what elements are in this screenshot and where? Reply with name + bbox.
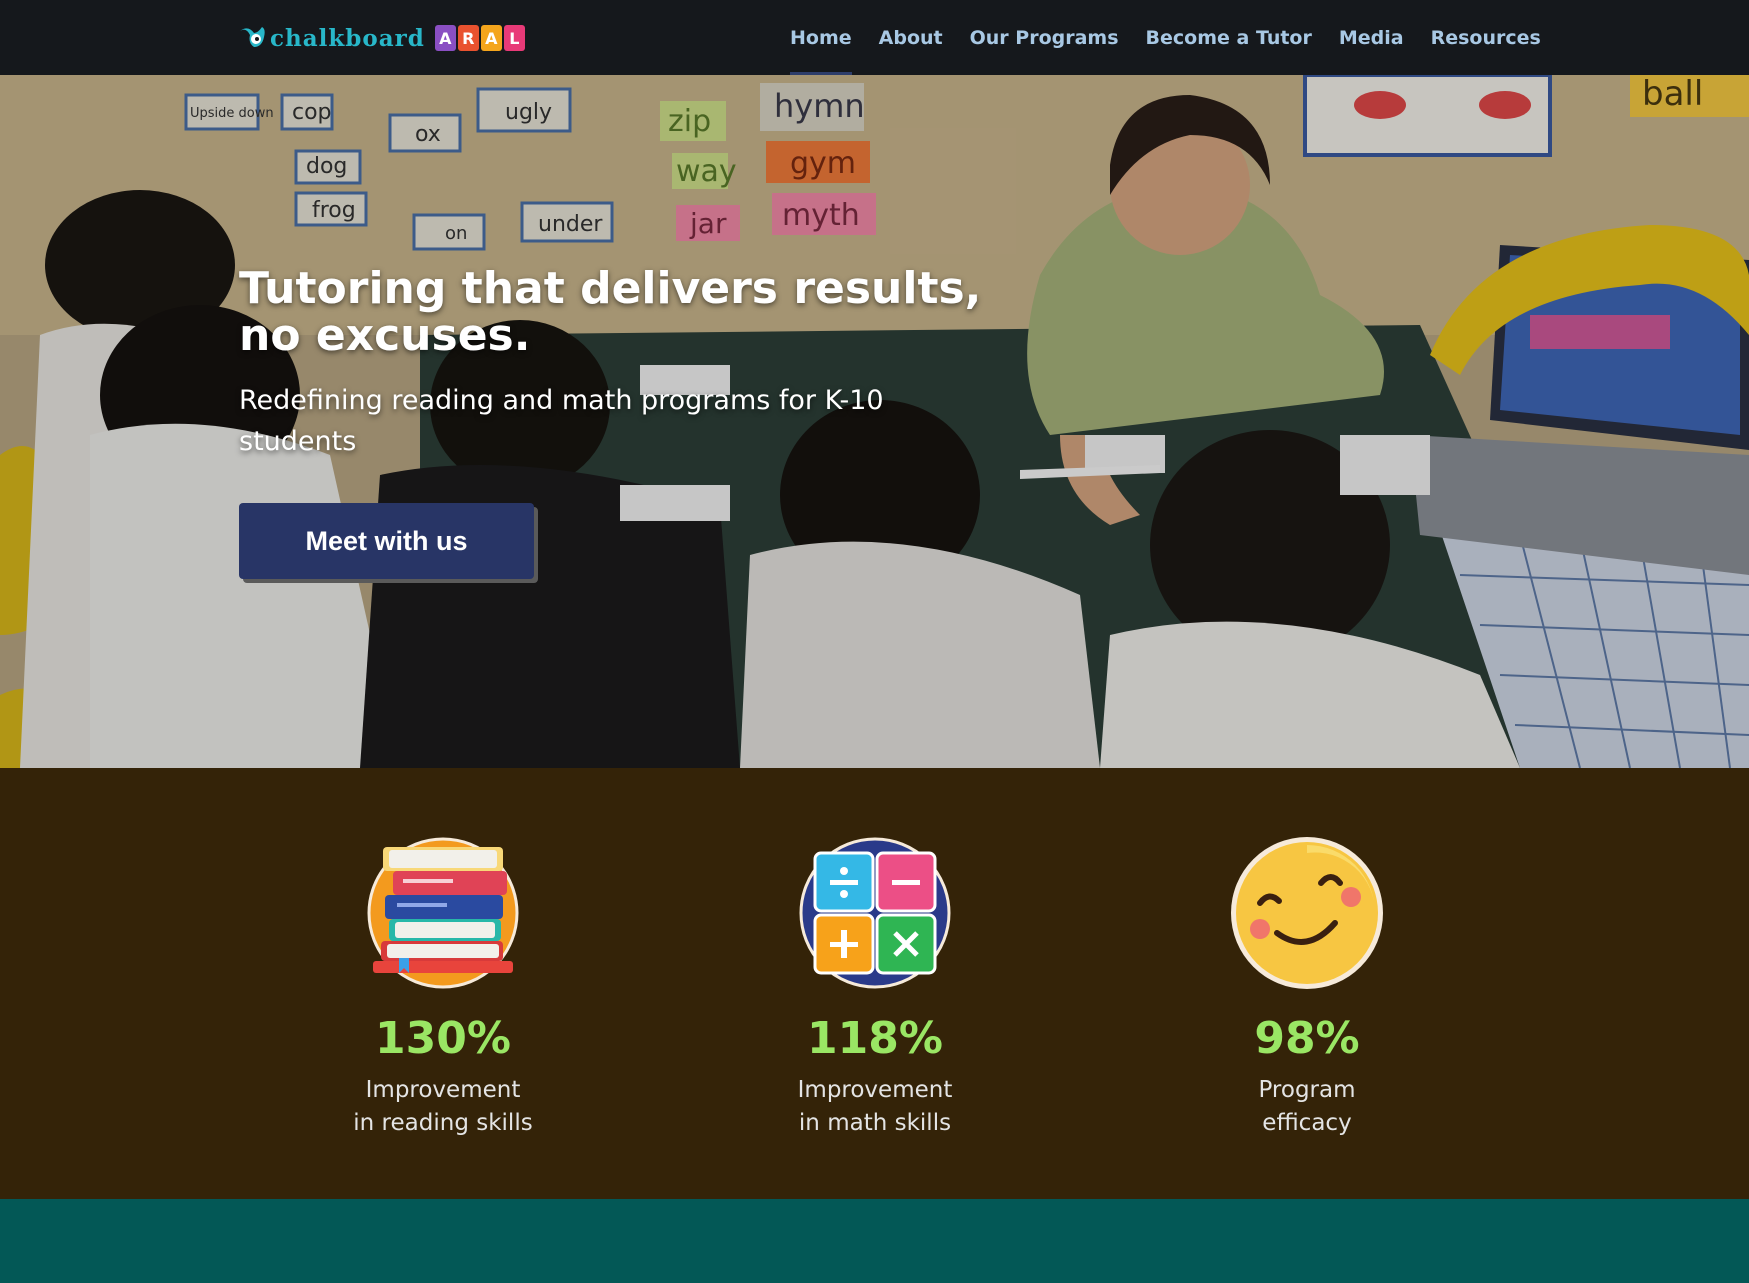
meet-with-us-button[interactable]: Meet with us: [239, 503, 534, 579]
stat-value: 118%: [807, 1013, 943, 1064]
stat-label-line: in math skills: [798, 1110, 952, 1136]
brand-tiles: A R A L: [433, 25, 525, 51]
stat-value: 130%: [375, 1013, 511, 1064]
nav-item-media[interactable]: Media: [1339, 0, 1404, 75]
main-nav: Home About Our Programs Become a Tutor M…: [790, 0, 1568, 75]
brand-tile: A: [480, 25, 502, 51]
books-stack-icon: [367, 837, 519, 989]
hero-headline: Tutoring that delivers results, no excus…: [239, 263, 982, 361]
nav-item-our-programs[interactable]: Our Programs: [970, 0, 1119, 75]
stat-label-line: Improvement: [365, 1077, 521, 1103]
brand-tile: A: [434, 25, 456, 51]
nav-item-resources[interactable]: Resources: [1431, 0, 1541, 75]
bird-logo-icon: [240, 27, 265, 47]
stat-label-line: Program: [1258, 1077, 1356, 1103]
stat-label: Improvement in reading skills: [313, 1074, 573, 1140]
brand-tile: R: [457, 25, 479, 51]
stat-label: Program efficacy: [1177, 1074, 1437, 1140]
next-section-band: [0, 1199, 1749, 1283]
top-navigation-bar: chalkboard A R A L Home About Our Progra…: [0, 0, 1749, 75]
stat-label: Improvement in math skills: [745, 1074, 1005, 1140]
hero-section: Upside down cop ox ugly zip hymn dog way…: [0, 75, 1749, 768]
hero-subtitle: Redefining reading and math programs for…: [239, 385, 884, 457]
nav-item-home[interactable]: Home: [790, 0, 852, 75]
stat-label-line: in reading skills: [353, 1110, 533, 1136]
math-operators-icon: [799, 837, 951, 989]
nav-item-about[interactable]: About: [879, 0, 943, 75]
brand-tile: L: [503, 25, 525, 51]
smiley-face-icon: [1231, 837, 1383, 989]
stat-label-line: Improvement: [797, 1077, 953, 1103]
stat-label-line: efficacy: [1262, 1110, 1352, 1136]
nav-item-become-a-tutor[interactable]: Become a Tutor: [1146, 0, 1312, 75]
stats-section: 130% Improvement in reading skills 118% …: [0, 768, 1749, 1199]
stat-value: 98%: [1254, 1013, 1360, 1064]
chalkboard-aral-logo[interactable]: chalkboard A R A L: [238, 20, 525, 56]
brand-wordmark: chalkboard: [270, 24, 425, 52]
